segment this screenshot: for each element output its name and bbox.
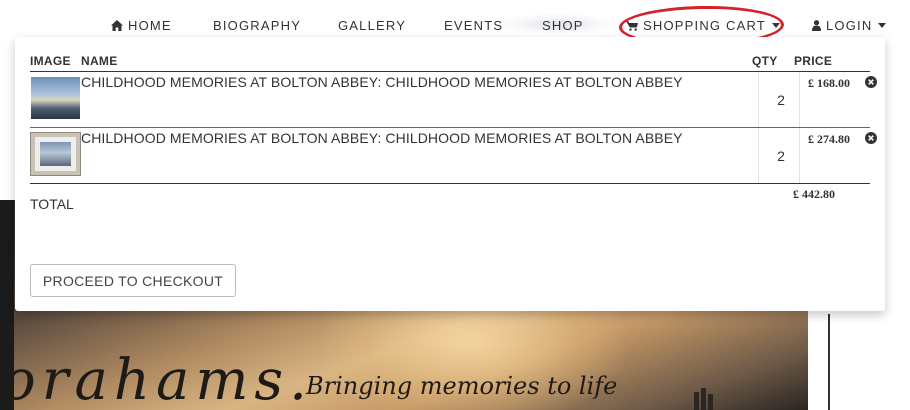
nav-events[interactable]: EVENTS <box>444 18 503 33</box>
proceed-to-checkout-button[interactable]: PROCEED TO CHECKOUT <box>30 264 236 297</box>
nav-home[interactable]: HOME <box>111 18 172 33</box>
user-icon <box>812 20 821 31</box>
column-header-name: NAME <box>81 54 118 68</box>
cart-item-row: CHILDHOOD MEMORIES AT BOLTON ABBEY: CHIL… <box>30 72 877 128</box>
column-header-qty: QTY <box>752 54 778 68</box>
product-thumbnail[interactable] <box>31 77 80 119</box>
nav-home-label: HOME <box>128 18 172 33</box>
total-divider <box>30 183 870 184</box>
total-value: £ 442.80 <box>793 187 835 201</box>
nav-events-label: EVENTS <box>444 18 504 33</box>
product-quantity: 2 <box>777 92 785 108</box>
column-divider <box>799 128 800 184</box>
nav-gallery-label: GALLERY <box>338 18 407 33</box>
product-price: £ 168.00 <box>808 76 850 90</box>
column-divider <box>758 128 759 184</box>
column-divider <box>758 72 759 128</box>
product-name[interactable]: CHILDHOOD MEMORIES AT BOLTON ABBEY: CHIL… <box>81 130 683 146</box>
remove-item-icon[interactable] <box>865 132 877 144</box>
product-thumbnail[interactable] <box>30 132 81 176</box>
chevron-down-icon <box>878 23 887 28</box>
nav-gallery[interactable]: GALLERY <box>338 18 406 33</box>
column-header-image: IMAGE <box>30 54 71 68</box>
nav-biography-label: BIOGRAPHY <box>213 18 302 33</box>
column-header-price: PRICE <box>794 54 833 68</box>
nav-biography[interactable]: BIOGRAPHY <box>213 18 301 33</box>
home-icon <box>111 20 123 31</box>
product-quantity: 2 <box>777 148 785 164</box>
framed-print-image <box>40 142 71 166</box>
remove-item-icon[interactable] <box>865 76 877 88</box>
hero-tagline: Bringing memories to life <box>306 372 618 400</box>
chimney-illustration <box>694 388 713 410</box>
nav-shop[interactable]: SHOP <box>542 18 584 33</box>
page-frame-line <box>828 314 830 410</box>
nav-login-label: LOGIN <box>826 18 873 33</box>
product-name[interactable]: CHILDHOOD MEMORIES AT BOLTON ABBEY: CHIL… <box>81 74 683 90</box>
column-divider <box>799 72 800 128</box>
artist-signature: orahams. <box>2 348 313 410</box>
shopping-cart-dropdown: IMAGE NAME QTY PRICE CHILDHOOD MEMORIES … <box>15 37 885 311</box>
cart-item-row: CHILDHOOD MEMORIES AT BOLTON ABBEY: CHIL… <box>30 128 877 184</box>
product-price: £ 274.80 <box>808 132 850 146</box>
nav-shop-label: SHOP <box>542 18 584 33</box>
nav-login[interactable]: LOGIN <box>812 18 887 33</box>
total-label: TOTAL <box>30 196 74 212</box>
